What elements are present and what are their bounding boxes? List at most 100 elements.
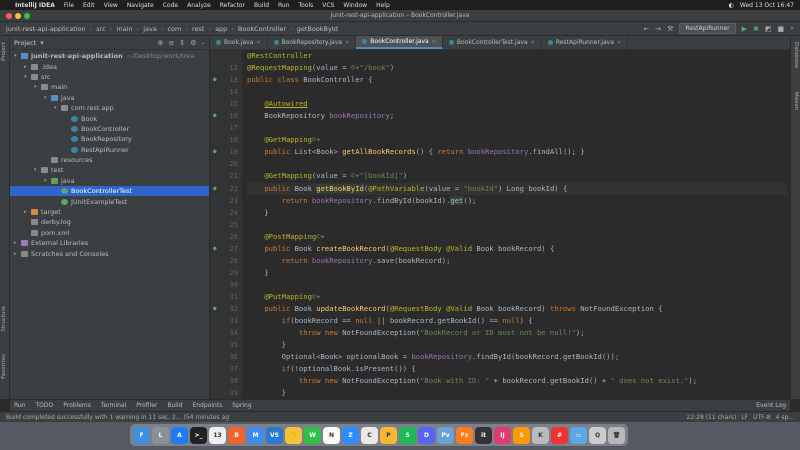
- zoom-icon[interactable]: Z: [342, 426, 359, 444]
- breadcrumb-item[interactable]: java: [143, 25, 157, 33]
- debug-icon[interactable]: ✱: [753, 25, 759, 33]
- code-line[interactable]: Optional<Book> optionalBook = bookReposi…: [247, 351, 787, 363]
- mosaic-icon[interactable]: #: [551, 426, 568, 444]
- line-number[interactable]: 33: [210, 315, 238, 327]
- chevron-right-icon[interactable]: ▸: [24, 64, 31, 70]
- line-number[interactable]: 12: [210, 62, 238, 74]
- launchpad-icon[interactable]: L: [152, 426, 169, 444]
- control-center-icon[interactable]: ◐: [729, 2, 734, 9]
- close-window-icon[interactable]: [6, 13, 12, 19]
- code-line[interactable]: public Book getBookById(@PathVariable(va…: [247, 182, 787, 195]
- code-lines[interactable]: @RestController @RequestMapping(value = ©…: [247, 50, 787, 399]
- photos-icon[interactable]: P: [380, 426, 397, 444]
- menu-build[interactable]: Build: [254, 2, 269, 9]
- tool-window-run[interactable]: Run: [14, 402, 26, 409]
- build-hammer-icon[interactable]: ⚒: [667, 25, 673, 33]
- menu-analyze[interactable]: Analyze: [187, 2, 211, 9]
- chevron-down-icon[interactable]: ▾: [34, 167, 41, 173]
- menu-edit[interactable]: Edit: [83, 2, 95, 9]
- code-line[interactable]: }: [247, 267, 787, 279]
- tool-window-todo[interactable]: TODO: [36, 402, 54, 409]
- search-everywhere-icon[interactable]: ⌕: [790, 24, 794, 33]
- line-number[interactable]: 34: [210, 327, 238, 339]
- code-line[interactable]: if(bookRecord == null || bookRecord.getB…: [247, 315, 787, 327]
- tree-item[interactable]: JUnitExampleTest: [10, 196, 209, 206]
- code-line[interactable]: @GetMapping(value = ©▾"[bookId]"): [247, 170, 787, 182]
- tree-item[interactable]: ▾ java: [10, 176, 209, 186]
- app-menu[interactable]: IntelliJ IDEA: [15, 2, 55, 9]
- settings-icon[interactable]: ⚙: [190, 39, 196, 47]
- datetime[interactable]: Wed 13 Oct 16:47: [740, 2, 794, 9]
- menu-window[interactable]: Window: [343, 2, 367, 9]
- menu-view[interactable]: View: [104, 2, 118, 9]
- line-number[interactable]: 17: [210, 122, 238, 134]
- vscode-icon[interactable]: VS: [266, 426, 283, 444]
- breadcrumb-item[interactable]: BookController: [238, 25, 286, 33]
- status-message[interactable]: Build completed successfully with 1 warn…: [6, 414, 229, 421]
- preview-icon[interactable]: Pv: [437, 426, 454, 444]
- editor-tab[interactable]: BookRepository.java ✕: [268, 36, 357, 49]
- tool-window-endpoints[interactable]: Endpoints: [192, 402, 222, 409]
- tool-window-problems[interactable]: Problems: [63, 402, 91, 409]
- code-line[interactable]: @PutMapping©▾: [247, 291, 787, 303]
- bean-gutter-icon[interactable]: ●: [213, 74, 217, 86]
- breadcrumb-item[interactable]: app: [215, 25, 227, 33]
- breadcrumb-item[interactable]: rest: [192, 25, 204, 33]
- code-line[interactable]: [247, 86, 787, 98]
- close-tab-icon[interactable]: ✕: [256, 40, 260, 46]
- back-icon[interactable]: ←: [643, 25, 649, 33]
- line-number[interactable]: 22 ●: [210, 183, 238, 195]
- menu-code[interactable]: Code: [163, 2, 178, 9]
- breadcrumb-item[interactable]: getBookById: [297, 25, 338, 33]
- line-number[interactable]: 25: [210, 219, 238, 231]
- expand-all-icon[interactable]: ⇕: [179, 39, 185, 47]
- zoom-window-icon[interactable]: [24, 13, 30, 19]
- hand-icon[interactable]: ✋: [285, 426, 302, 444]
- editor-tab[interactable]: Book.java ✕: [210, 36, 268, 49]
- menu-file[interactable]: File: [64, 2, 74, 9]
- line-gutter[interactable]: 12 13 ● 14 15 16 ● 17 18 19 ● 20 21 22 ● 23 24 25 26 27 ● 28 2…: [210, 50, 242, 399]
- code-line[interactable]: @PostMapping©▾: [247, 231, 787, 243]
- menu-refactor[interactable]: Refactor: [220, 2, 245, 9]
- chevron-right-icon[interactable]: ▸: [24, 209, 31, 215]
- menu-navigate[interactable]: Navigate: [127, 2, 154, 9]
- code-editor[interactable]: 12 13 ● 14 15 16 ● 17 18 19 ● 20 21 22 ● 23 24 25 26 27 ● 28 2…: [210, 50, 790, 399]
- intellij-icon[interactable]: IJ: [494, 426, 511, 444]
- bean-gutter-icon[interactable]: ●: [213, 146, 217, 158]
- line-number[interactable]: 28: [210, 255, 238, 267]
- whatsapp-icon[interactable]: W: [304, 426, 321, 444]
- line-number[interactable]: 21: [210, 170, 238, 182]
- editor-tab[interactable]: BookControllerTest.java ✕: [443, 36, 542, 49]
- chevron-down-icon[interactable]: ▾: [14, 53, 21, 59]
- code-line[interactable]: }: [247, 207, 787, 219]
- line-number[interactable]: 19 ●: [210, 146, 238, 158]
- tree-item[interactable]: RestApiRunner: [10, 145, 209, 155]
- close-tab-icon[interactable]: ✕: [345, 40, 349, 46]
- finder-icon[interactable]: F: [133, 426, 150, 444]
- line-number[interactable]: 16 ●: [210, 110, 238, 122]
- breadcrumb-item[interactable]: main: [116, 25, 132, 33]
- close-tab-icon[interactable]: ✕: [432, 39, 436, 45]
- hide-icon[interactable]: –: [202, 39, 206, 47]
- line-number[interactable]: 14: [210, 86, 238, 98]
- tree-item[interactable]: BookControllerTest: [10, 186, 209, 197]
- brave-icon[interactable]: B: [228, 426, 245, 444]
- tree-item[interactable]: ▾ src: [10, 72, 209, 82]
- run-icon[interactable]: ▶: [742, 25, 747, 33]
- code-line[interactable]: return bookRepository.findById(bookId).g…: [247, 195, 787, 207]
- line-number[interactable]: 29: [210, 267, 238, 279]
- close-tab-icon[interactable]: ✕: [531, 40, 535, 46]
- indent-setting[interactable]: 4 sp...: [776, 414, 794, 421]
- tree-item[interactable]: ▸ Scratches and Consoles: [10, 248, 209, 258]
- code-line[interactable]: [247, 158, 787, 170]
- notion-icon[interactable]: N: [323, 426, 340, 444]
- firefox-icon[interactable]: Fx: [456, 426, 473, 444]
- code-line[interactable]: public Book createBookRecord(@RequestBod…: [247, 243, 787, 255]
- tool-window-profiler[interactable]: Profiler: [136, 402, 157, 409]
- forward-icon[interactable]: →: [655, 25, 661, 33]
- code-line[interactable]: if(!optionalBook.isPresent()) {: [247, 363, 787, 375]
- menu-tools[interactable]: Tools: [299, 2, 314, 9]
- breadcrumb-item[interactable]: com: [167, 25, 181, 33]
- bean-gutter-icon[interactable]: ●: [213, 303, 217, 315]
- code-line[interactable]: return bookRepository.save(bookRecord);: [247, 255, 787, 267]
